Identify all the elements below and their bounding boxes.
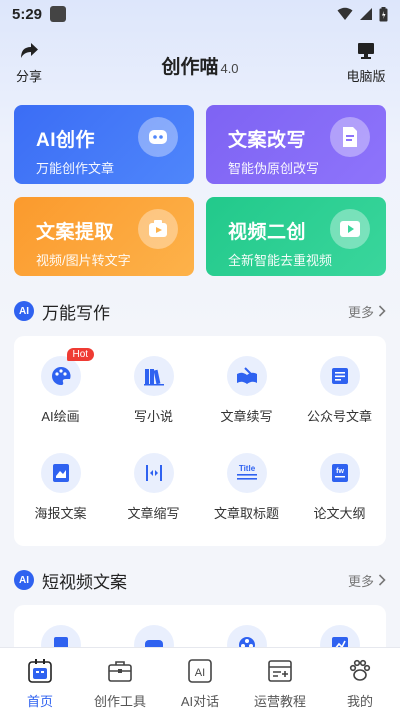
card-video-remix[interactable]: 视频二创 全新智能去重视频 [206,197,386,276]
books-icon [133,356,174,396]
tool-label: 文章续写 [220,409,273,424]
hot-badge: Hot [66,348,95,361]
battery-icon [379,6,388,21]
tool-label: 文章缩写 [127,506,180,521]
tab-label: 我的 [346,694,373,709]
card-ai-create[interactable]: AI创作 万能创作文章 [14,105,194,184]
tab-label: 运营教程 [253,694,306,709]
signal-icon [360,8,372,20]
card-rewrite[interactable]: 文案改写 智能伪原创改写 [206,105,386,184]
pc-label: 电脑版 [346,69,386,84]
tool-label: 文章取标题 [213,506,279,521]
card-subtitle: 视频/图片转文字 [36,253,131,268]
section-title: 万能写作 [42,303,110,323]
section-header-writing: AI 万能写作 更多 [14,297,386,325]
app-version: 4.0 [220,61,239,76]
tab-label: 首页 [26,694,53,709]
page-title: 创作喵 4.0 [0,52,400,79]
ai-badge-icon: AI [14,570,34,590]
section-title: 短视频文案 [42,572,127,592]
tool-label: AI绘画 [41,409,80,424]
tool-label: 论文大纲 [313,506,366,521]
more-label: 更多 [347,573,374,589]
toolbox-icon [108,661,132,682]
tool-article-shorten[interactable]: 文章缩写 [107,453,200,550]
robot-icon [138,117,178,157]
tutorial-icon [268,660,292,682]
svg-text:Title: Title [238,464,255,473]
ai-badge-icon: AI [14,301,34,321]
monitor-icon [358,43,374,59]
chevron-right-icon [378,305,386,317]
paw-icon [349,659,371,681]
paper-icon: fw [319,453,360,493]
tool-write-novel[interactable]: 写小说 [107,356,200,453]
poster-icon [40,453,81,493]
tool-label: 写小说 [133,409,173,424]
svg-text:AI: AI [195,667,205,679]
card-subtitle: 智能伪原创改写 [228,161,320,176]
card-subtitle: 万能创作文章 [36,161,115,176]
home-icon [28,659,52,683]
ai-chat-icon: AI [188,659,212,683]
tool-wechat-article[interactable]: 公众号文章 [293,356,386,453]
more-link-writing[interactable]: 更多 [348,302,386,321]
app-name: 创作喵 [161,57,219,78]
card-subtitle: 全新智能去重视频 [228,253,333,268]
tab-mine[interactable]: 我的 [320,648,400,711]
writing-tools-panel: Hot AI绘画 写小说 文章续写 公众号文章 海报文案 文章缩写 Title … [14,336,386,546]
more-link-short-video[interactable]: 更多 [348,571,386,590]
tool-continue-article[interactable]: 文章续写 [200,356,293,453]
status-icons [337,6,388,22]
title-icon: Title [226,453,267,493]
palette-icon: Hot [40,348,95,396]
feature-cards: AI创作 万能创作文章 文案改写 智能伪原创改写 文案提取 视频/图片转文字 视… [14,105,386,276]
card-extract[interactable]: 文案提取 视频/图片转文字 [14,197,194,276]
tab-creation-tools[interactable]: 创作工具 [80,648,160,711]
extract-icon [138,209,178,249]
edit-doc-icon [330,117,370,157]
chevron-right-icon [378,574,386,586]
wifi-icon [337,7,353,20]
compress-icon [133,453,174,493]
svg-text:fw: fw [336,468,344,475]
notification-icon [50,6,67,22]
section-header-short-video: AI 短视频文案 更多 [14,566,386,594]
open-book-icon [226,356,267,396]
video-icon [330,209,370,249]
tab-label: AI对话 [180,694,220,709]
article-icon [319,356,360,396]
pc-version-button[interactable]: 电脑版 [344,42,388,85]
tab-ai-chat[interactable]: AI AI对话 [160,648,240,711]
tool-article-title[interactable]: Title 文章取标题 [200,453,293,550]
tab-home[interactable]: 首页 [0,648,80,711]
more-label: 更多 [347,304,374,320]
tab-label: 创作工具 [93,694,146,709]
tab-tutorials[interactable]: 运营教程 [240,648,320,711]
status-bar: 5:29 [0,0,400,28]
tool-label: 公众号文章 [306,409,372,424]
tool-paper-outline[interactable]: fw 论文大纲 [293,453,386,550]
tool-poster-copy[interactable]: 海报文案 [14,453,107,550]
status-time: 5:29 [12,5,43,23]
app-header: 分享 创作喵 4.0 电脑版 [0,40,400,88]
tool-ai-painting[interactable]: Hot AI绘画 [14,348,107,453]
tool-label: 海报文案 [34,506,87,521]
bottom-tab-bar: 首页 创作工具 AI AI对话 运营教程 我的 [0,647,400,711]
